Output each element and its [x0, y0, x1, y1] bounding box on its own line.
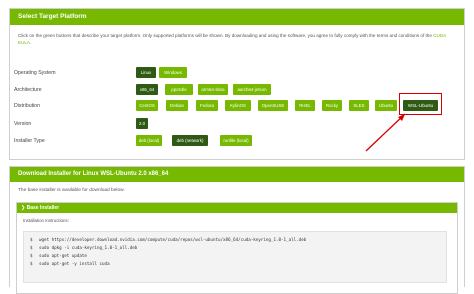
dist-fedora-button[interactable]: Fedora: [196, 100, 218, 111]
intro-text-end: .: [30, 40, 32, 45]
dist-ubuntu-button[interactable]: Ubuntu: [375, 100, 397, 111]
dist-opensuse-button[interactable]: OpenSUSE: [258, 100, 288, 111]
prompt: $: [30, 237, 33, 242]
row-label: Version: [14, 121, 32, 127]
command-text: sudo apt-get update: [39, 253, 87, 258]
intro-text: Click on the green buttons that describe…: [10, 25, 456, 46]
arch-arm64-sbsa-button[interactable]: arm64-sbsa: [198, 84, 228, 95]
intro-text-body: Click on the green buttons that describe…: [18, 33, 434, 38]
installer-runfile-local-button[interactable]: runfile (local): [220, 135, 252, 146]
dist-rhel-button[interactable]: RHEL: [295, 100, 315, 111]
row-installer-type: Installer Type deb (local) deb (network)…: [14, 135, 454, 147]
installer-deb-network-button[interactable]: deb (network): [172, 135, 208, 146]
code-line: $ sudo dpkg -i cuda-keyring_1.0-1_all.deb: [30, 244, 446, 252]
highlight-box: [399, 93, 442, 115]
section-header[interactable]: ❯ Base Installer: [17, 203, 457, 213]
arch-x86-64-button[interactable]: x86_64: [136, 84, 158, 95]
chevron-right-icon: ❯: [21, 205, 26, 211]
arch-ppc64le-button[interactable]: ppc64le: [165, 84, 193, 95]
prompt: $: [30, 245, 33, 250]
command-text: sudo dpkg -i cuda-keyring_1.0-1_all.deb: [39, 245, 138, 250]
os-windows-button[interactable]: Windows: [159, 67, 187, 78]
arch-aarch64-jetson-button[interactable]: aarch64-jetson: [233, 84, 271, 95]
instructions-label: Installation Instructions:: [23, 218, 69, 223]
prompt: $: [30, 261, 33, 266]
download-panel-title: Download Installer for Linux WSL-Ubuntu …: [10, 167, 464, 182]
command-text: wget https://developer.download.nvidia.c…: [39, 237, 307, 242]
dist-sles-button[interactable]: SLES: [349, 100, 369, 111]
os-linux-button[interactable]: Linux: [136, 67, 156, 78]
code-block[interactable]: $ wget https://developer.download.nvidia.…: [23, 231, 447, 283]
row-label: Distribution: [14, 103, 40, 109]
row-distribution: Distribution CentOS Debian Fedora KylinO…: [14, 100, 454, 112]
code-line: $ wget https://developer.download.nvidia.…: [30, 236, 446, 244]
dist-centos-button[interactable]: CentOS: [136, 100, 158, 111]
section-title: Base Installer: [26, 205, 60, 211]
prompt: $: [30, 253, 33, 258]
installer-deb-local-button[interactable]: deb (local): [136, 135, 162, 146]
row-architecture: Architecture x86_64 ppc64le arm64-sbsa a…: [14, 84, 454, 96]
version-2-0-button[interactable]: 2.0: [136, 118, 148, 129]
row-label: Installer Type: [14, 138, 45, 144]
panel-title: Select Target Platform: [10, 9, 464, 25]
base-installer-text: The base installer is available for down…: [18, 188, 125, 193]
code-line: $ sudo apt-get update: [30, 252, 446, 260]
row-label: Architecture: [14, 87, 42, 93]
dist-debian-button[interactable]: Debian: [166, 100, 188, 111]
base-installer-section: ❯ Base Installer Installation Instructio…: [16, 202, 458, 294]
command-text: sudo apt-get -y install cuda: [39, 261, 110, 266]
download-installer-panel: Download Installer for Linux WSL-Ubuntu …: [9, 166, 465, 294]
row-version: Version 2.0: [14, 118, 454, 130]
dist-rocky-button[interactable]: Rocky: [322, 100, 342, 111]
dist-kylinos-button[interactable]: KylinOS: [225, 100, 251, 111]
code-line: $ sudo apt-get -y install cuda: [30, 260, 446, 268]
row-operating-system: Operating System Linux Windows: [14, 67, 454, 79]
row-label: Operating System: [14, 70, 56, 76]
